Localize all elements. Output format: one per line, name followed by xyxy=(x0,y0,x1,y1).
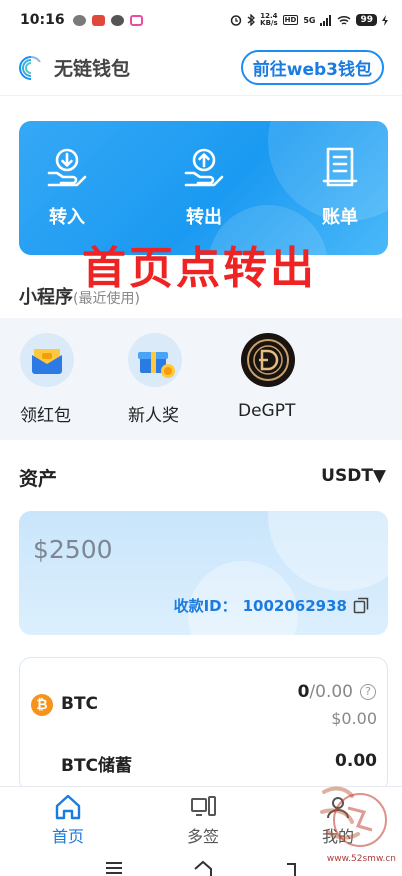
newcomer-reward-label: 新人奖 xyxy=(128,406,179,426)
mini-programs-title-text: 小程序 xyxy=(19,287,73,308)
savings-amount: 0.00 xyxy=(335,751,377,771)
app-logo-icon xyxy=(18,55,44,81)
tab-home[interactable]: 首页 xyxy=(28,793,108,847)
red-packet-label: 领红包 xyxy=(20,406,71,426)
mini-program-newcomer-reward[interactable]: 新人奖 xyxy=(128,333,218,426)
hd-badge: HD xyxy=(282,15,299,25)
copy-icon[interactable] xyxy=(353,597,370,614)
app-notification-icon xyxy=(91,14,105,26)
tab-mine-label: 我的 xyxy=(321,827,354,846)
tab-home-label: 首页 xyxy=(51,827,84,846)
coin-symbol: BTC xyxy=(61,694,99,714)
card-decoration xyxy=(268,511,388,591)
transfer-out-icon xyxy=(184,148,224,187)
bill-icon xyxy=(322,147,358,187)
notification-icons xyxy=(72,14,143,26)
mini-programs-list: 领红包 新人奖 DeGPT xyxy=(0,318,402,440)
mini-programs-subtitle: (最近使用) xyxy=(73,291,140,307)
tab-multisig[interactable]: 多签 xyxy=(163,793,243,847)
bluetooth-icon xyxy=(247,14,256,26)
net-speed-unit: KB/s xyxy=(260,19,278,27)
status-bar: 10:16 12.4 KB/s HD 5G 99 xyxy=(0,0,402,40)
mini-program-degpt[interactable]: DeGPT xyxy=(238,333,328,421)
battery-indicator: 99 xyxy=(356,14,377,26)
net-speed: 12.4 KB/s xyxy=(260,13,277,27)
multisig-icon xyxy=(191,796,216,816)
receive-id-value: 1002062938 xyxy=(242,596,347,615)
btc-icon: ₿ xyxy=(31,694,53,716)
app-header: 无链钱包 前往web3钱包 xyxy=(0,40,402,96)
receive-id-row: 收款ID： 1002062938 xyxy=(174,595,370,616)
help-icon[interactable]: ? xyxy=(360,684,376,700)
coin-fiat-value: $0.00 xyxy=(331,709,377,728)
home-nav-icon[interactable] xyxy=(192,860,214,876)
tab-mine[interactable]: 我的 xyxy=(298,793,378,847)
wifi-icon xyxy=(337,15,351,25)
balance-card: $2500 收款ID： 1002062938 xyxy=(19,511,388,635)
charging-icon xyxy=(382,14,388,26)
back-nav-icon[interactable] xyxy=(284,860,298,876)
coin-available: 0 xyxy=(297,682,310,702)
assets-title: 资产 xyxy=(19,468,58,490)
bottom-tab-bar: 首页 多签 我的 xyxy=(0,786,402,846)
degpt-logo-icon xyxy=(241,333,295,387)
coin-total: /0.00 xyxy=(309,682,353,702)
robot-icon xyxy=(110,14,124,26)
transfer-in-icon xyxy=(47,148,87,187)
home-icon xyxy=(55,794,81,820)
transfer-out-label: 转出 xyxy=(186,207,222,228)
app-badge-icon xyxy=(129,14,143,26)
watermark-site: www.52smw.cn xyxy=(326,854,396,864)
transfer-in-label: 转入 xyxy=(49,207,85,228)
receive-id-label: 收款ID： xyxy=(173,597,237,615)
coin-amount: 0/0.00 xyxy=(298,682,353,702)
mini-program-red-packet[interactable]: 领红包 xyxy=(20,333,110,426)
tab-multisig-label: 多签 xyxy=(186,827,219,846)
profile-icon xyxy=(327,797,349,819)
red-packet-icon xyxy=(20,333,74,387)
total-balance: $2500 xyxy=(33,535,113,564)
savings-name: BTC储蓄 xyxy=(61,756,133,776)
currency-selector[interactable]: USDT▼ xyxy=(321,466,386,486)
signal-bars-icon xyxy=(320,14,332,26)
mini-programs-title: 小程序(最近使用) xyxy=(19,283,140,309)
transfer-out-button[interactable]: 转出 xyxy=(159,145,249,229)
status-right: 12.4 KB/s HD 5G 99 xyxy=(230,13,388,27)
alarm-icon xyxy=(230,15,242,26)
coin-card-btc[interactable]: ₿ BTC 0/0.00 ? $0.00 BTC储蓄 0.00 xyxy=(19,657,388,792)
status-time: 10:16 xyxy=(20,12,65,28)
bill-label: 账单 xyxy=(322,207,358,228)
signal-5g: 5G xyxy=(303,15,316,25)
bill-button[interactable]: 账单 xyxy=(295,145,385,229)
gift-icon xyxy=(128,333,182,387)
menu-nav-icon[interactable] xyxy=(104,860,124,874)
go-web3-wallet-button[interactable]: 前往web3钱包 xyxy=(240,50,384,85)
app-title: 无链钱包 xyxy=(54,58,131,80)
degpt-label: DeGPT xyxy=(238,401,296,421)
wechat-icon xyxy=(72,14,86,26)
transfer-in-button[interactable]: 转入 xyxy=(22,145,112,229)
